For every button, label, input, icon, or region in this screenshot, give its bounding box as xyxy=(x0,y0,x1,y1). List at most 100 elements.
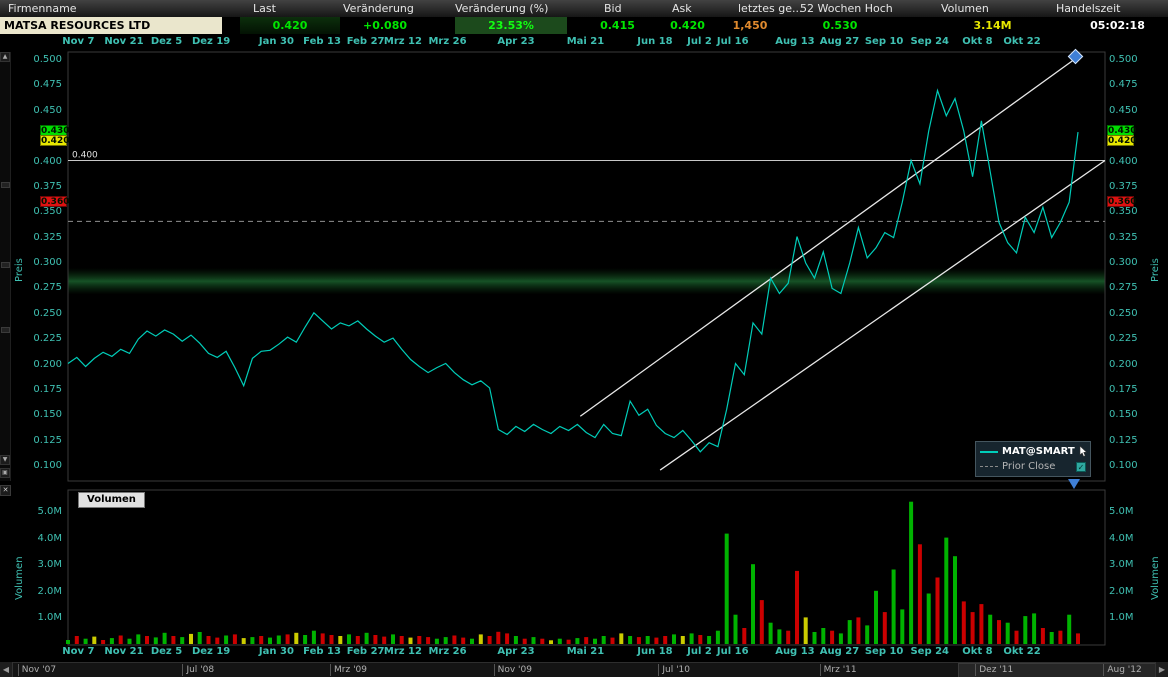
price-tick-label-left: 0.275 xyxy=(33,282,62,294)
chart-canvas[interactable]: 0.400 xyxy=(0,0,1168,677)
volume-bar xyxy=(1040,628,1045,644)
volume-bar xyxy=(399,636,404,644)
scroll-right-icon[interactable]: ▶ xyxy=(1155,662,1168,677)
last-price-value: 0.420 xyxy=(240,17,340,34)
trend-line xyxy=(579,58,1076,417)
volume-tick-label-right: 4.0M xyxy=(1109,532,1134,544)
legend-series-row[interactable]: MAT@SMART xyxy=(980,444,1087,459)
prior-close-checkbox[interactable]: ✓ xyxy=(1076,461,1086,472)
column-header-veraenderung[interactable]: Veränderung xyxy=(343,2,414,15)
column-header-handelszeit[interactable]: Handelszeit xyxy=(1056,2,1120,15)
volume-bar xyxy=(347,634,351,644)
52-week-high-value: 0.530 xyxy=(822,19,858,32)
price-tick-label-left: 0.100 xyxy=(33,460,62,471)
volume-bar xyxy=(180,637,185,644)
trade-time-value: 05:02:18 xyxy=(1090,19,1145,32)
volume-bar xyxy=(926,593,931,644)
price-tick-label-right: 0.325 xyxy=(1109,231,1138,243)
volume-tick-label-right: 1.0M xyxy=(1109,612,1134,624)
column-header-veraenderung-pct[interactable]: Veränderung (%) xyxy=(455,2,548,15)
ask-value: 0.420 xyxy=(670,19,705,32)
volume-bar xyxy=(496,631,501,644)
volume-bar xyxy=(715,630,720,644)
price-tick-label-left: 0.300 xyxy=(33,257,62,268)
volume-bar xyxy=(153,637,158,645)
price-tick-label-left: 0.500 xyxy=(33,54,62,65)
volume-chart-date-label: Mai 21 xyxy=(566,646,605,657)
price-tick-label-right: 0.350 xyxy=(1109,206,1138,218)
trendline-end-diamond-marker[interactable] xyxy=(1067,48,1084,65)
volume-bar xyxy=(900,609,905,644)
volume-bar xyxy=(145,636,149,644)
volume-bar xyxy=(531,637,536,644)
scroll-down-icon[interactable]: ▼ xyxy=(0,455,10,465)
panel-icon[interactable]: ▣ xyxy=(0,468,10,478)
volume-bar xyxy=(66,640,70,644)
volume-bar xyxy=(101,640,106,644)
volume-bar xyxy=(707,636,712,644)
column-header-52w-hoch[interactable]: 52 Wochen Hoch xyxy=(800,2,893,15)
volume-bar xyxy=(268,637,272,644)
volume-tick-label-right: 3.0M xyxy=(1109,559,1134,571)
rail-marker[interactable] xyxy=(1,327,10,333)
volume-bar xyxy=(355,636,360,644)
volume-bar xyxy=(382,636,387,644)
volume-bar xyxy=(680,636,685,644)
volume-bar xyxy=(162,632,167,644)
price-tick-label-right: 0.100 xyxy=(1109,460,1138,471)
price-chart-date-label: Mrz 26 xyxy=(428,36,467,47)
volume-bar xyxy=(417,636,422,644)
legend-prior-close-row[interactable]: Prior Close ✓ xyxy=(980,459,1086,474)
volume-bar xyxy=(434,638,439,644)
price-chart-date-label: Dez 19 xyxy=(191,36,231,47)
price-tick-label-right: 0.200 xyxy=(1109,358,1138,370)
price-chart-date-label: Okt 22 xyxy=(1003,36,1041,47)
column-header-firmenname[interactable]: Firmenname xyxy=(8,2,77,15)
volume-bar xyxy=(584,637,589,644)
legend-series-label[interactable]: MAT@SMART xyxy=(1002,446,1075,457)
column-header-last[interactable]: Last xyxy=(253,2,276,15)
volume-bar xyxy=(373,635,378,644)
column-header-volumen[interactable]: Volumen xyxy=(941,2,989,15)
company-name-cell[interactable]: MATSA RESOURCES LTD xyxy=(0,17,222,34)
scroll-left-icon[interactable]: ◀ xyxy=(0,662,13,677)
price-tick-label-right: 0.300 xyxy=(1109,257,1138,268)
volume-bar xyxy=(944,537,949,644)
volume-bar xyxy=(742,628,747,644)
price-tick-label-right: 0.500 xyxy=(1109,54,1138,65)
volume-bar xyxy=(909,501,914,644)
volume-bar xyxy=(1058,630,1063,644)
vertical-scrollbar-rail[interactable]: ▲ ▼ ▣ xyxy=(0,52,11,481)
volume-bar xyxy=(795,570,799,645)
scroll-up-icon[interactable]: ▲ xyxy=(0,52,10,62)
column-header-letztes-geschaeft[interactable]: letztes ge... xyxy=(738,2,802,15)
column-header-bid[interactable]: Bid xyxy=(604,2,622,15)
price-tick-label-left: 0.250 xyxy=(33,307,62,319)
volume-bar xyxy=(1067,614,1072,644)
legend-prior-close-label[interactable]: Prior Close xyxy=(1002,461,1072,472)
column-header-ask[interactable]: Ask xyxy=(672,2,692,15)
volume-bar xyxy=(83,638,88,644)
volume-bar xyxy=(882,612,887,644)
price-tick-label-right: 0.375 xyxy=(1109,180,1138,192)
volume-bar xyxy=(803,617,808,644)
volume-panel-title[interactable]: Volumen xyxy=(78,492,145,508)
volume-bar xyxy=(197,632,202,644)
price-tick-label-left: 0.350 xyxy=(33,206,62,218)
chart-annotation-arrow[interactable] xyxy=(1068,479,1080,489)
volume-bar xyxy=(988,614,993,644)
volume-tick-label-left: 1.0M xyxy=(37,612,62,624)
price-chart-date-label: Apr 23 xyxy=(497,36,535,47)
volume-bar xyxy=(970,612,975,644)
trading-chart-window: Firmenname Last Veränderung Veränderung … xyxy=(0,0,1168,677)
volume-bar xyxy=(426,637,431,644)
rail-marker[interactable] xyxy=(1,182,10,188)
close-pane-icon[interactable]: ✕ xyxy=(0,485,11,496)
rail-marker[interactable] xyxy=(1,262,10,268)
price-tick-label-right: 0.175 xyxy=(1109,383,1138,395)
price-tick-label-right: 0.225 xyxy=(1109,333,1138,345)
volume-bar xyxy=(522,638,527,644)
timeline-period-label: Aug '12 xyxy=(1103,664,1142,676)
volume-bar xyxy=(259,636,264,644)
volume-bar xyxy=(189,633,193,644)
